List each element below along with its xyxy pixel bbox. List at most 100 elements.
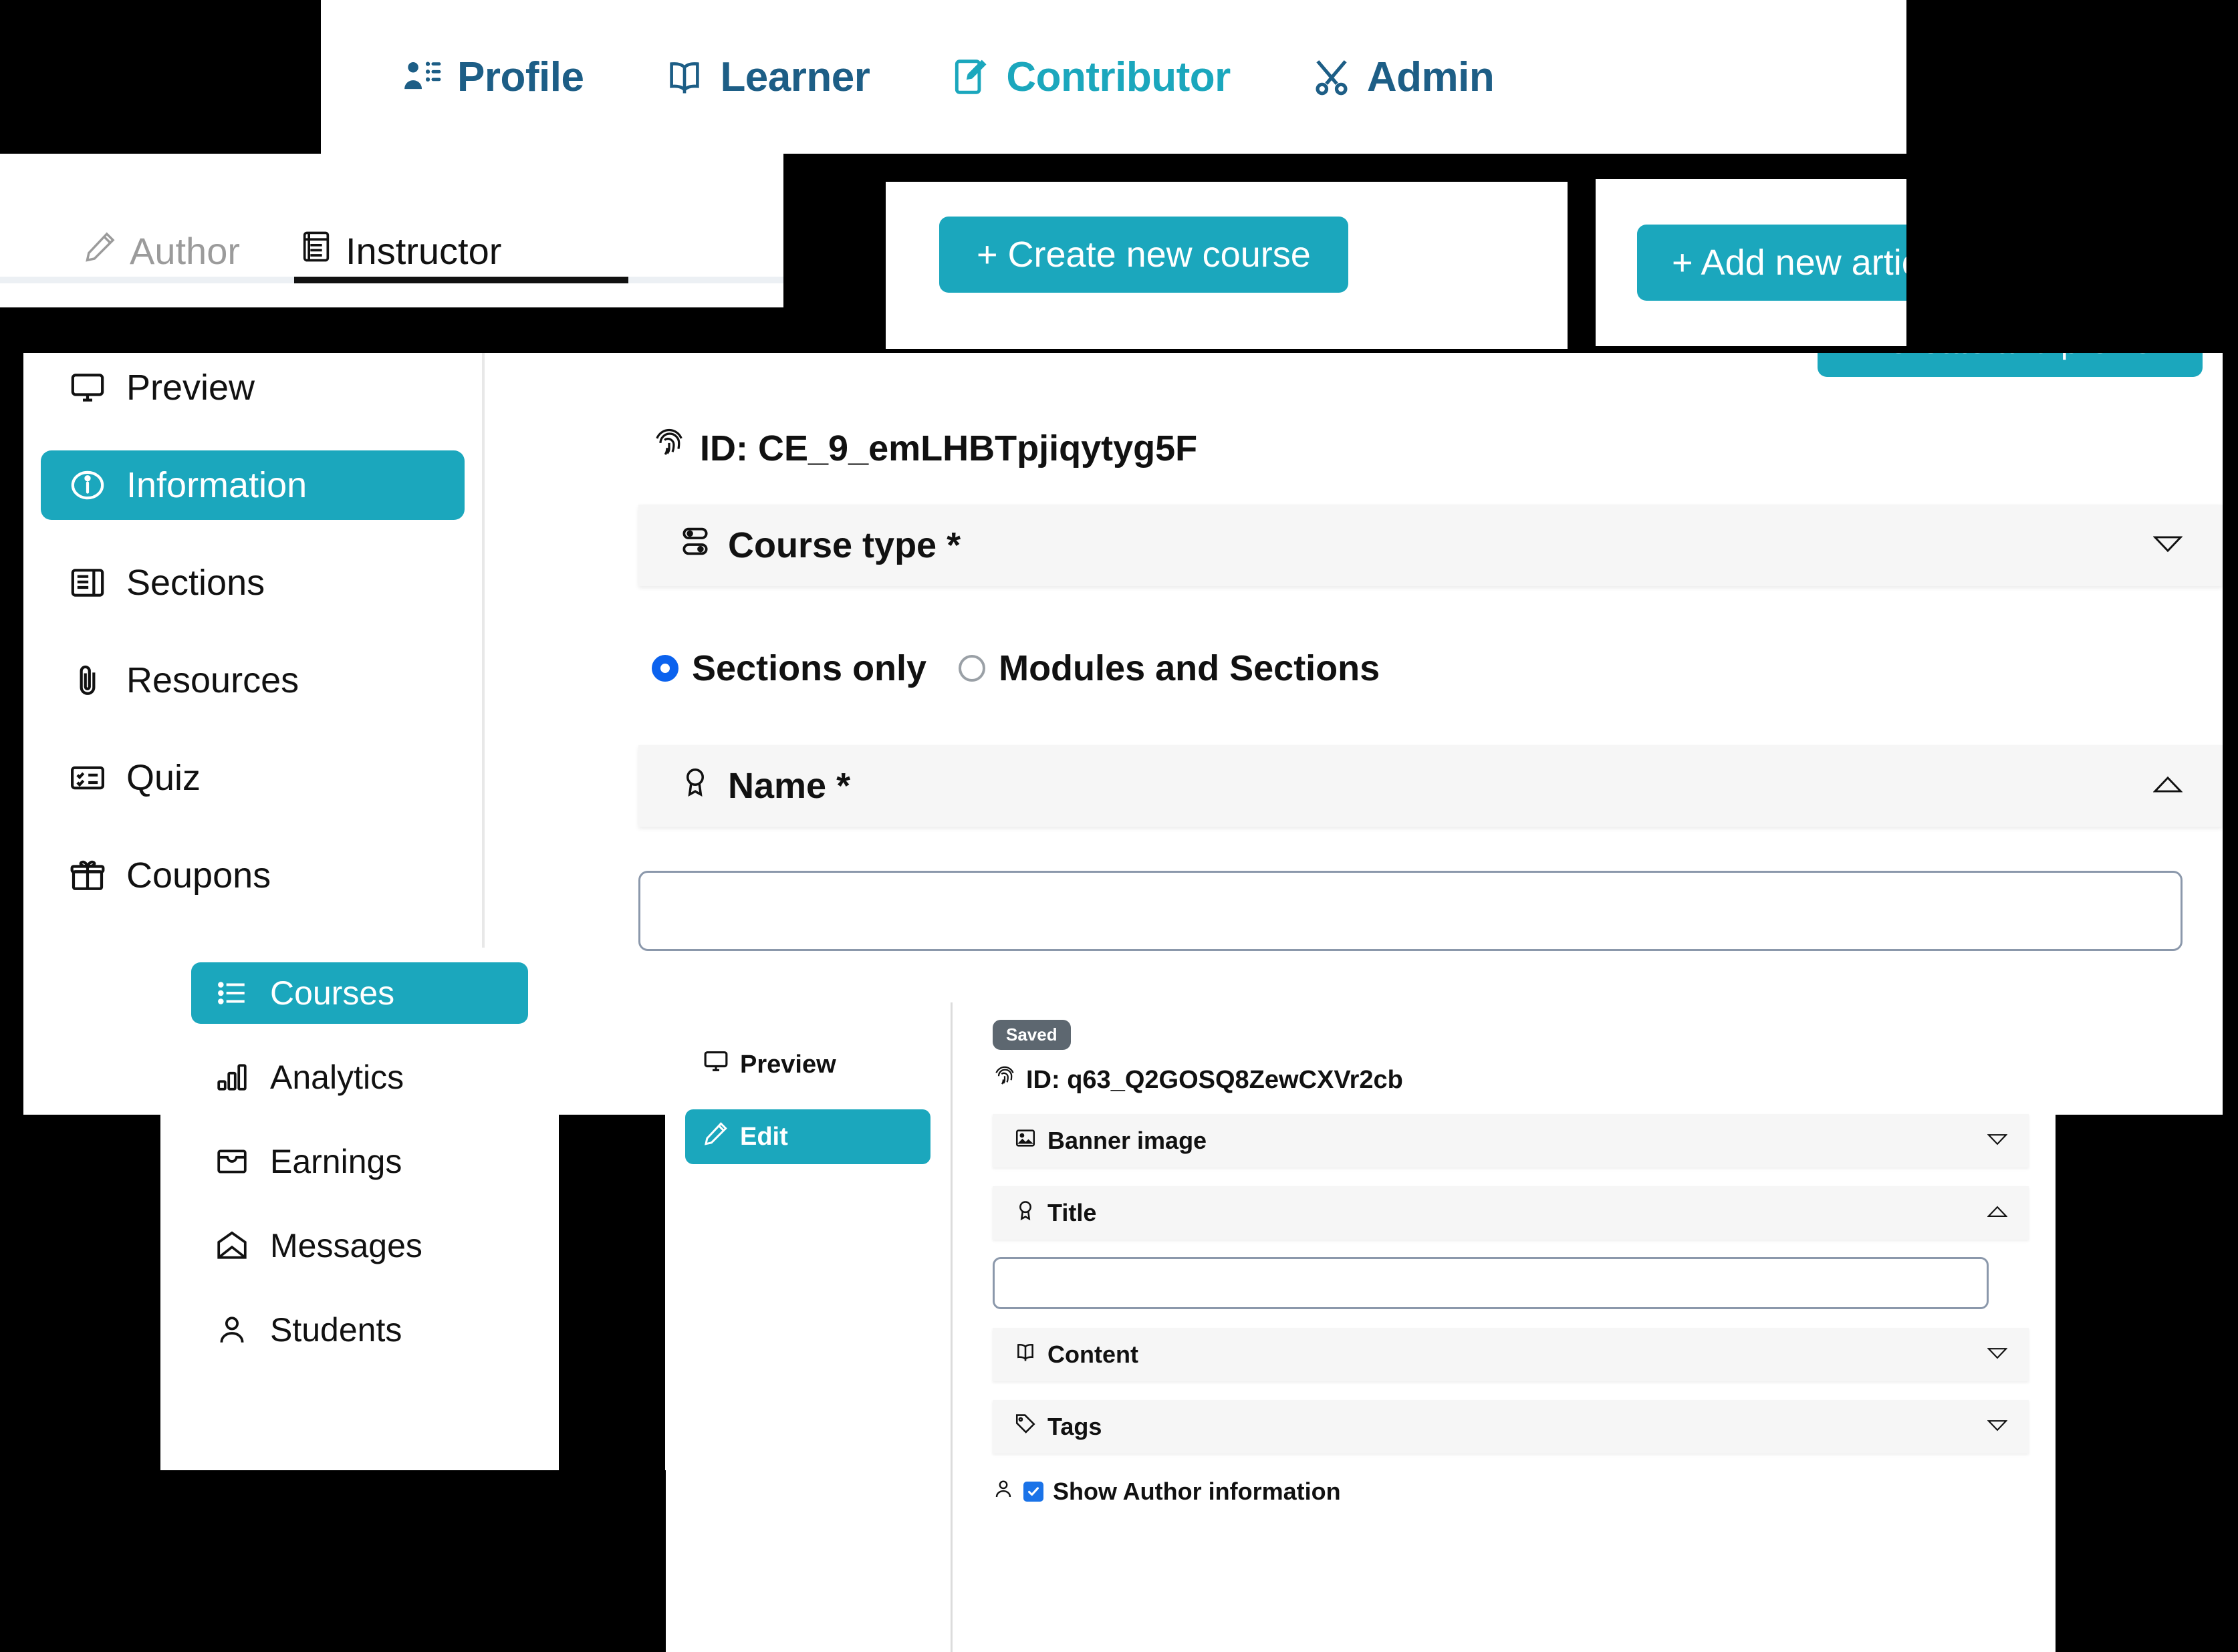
nav-label-earnings: Earnings (270, 1143, 402, 1180)
profile-list-icon (401, 56, 443, 98)
article-editor-panel: Preview Edit Saved ID: q63_Q2GOSQ8ZewCXV… (665, 1002, 2056, 1652)
sidebar-item-preview[interactable]: Preview (41, 353, 465, 422)
subnav-active-underline (294, 277, 628, 283)
sidebar-label-preview: Preview (126, 368, 255, 408)
sidebar-item-information[interactable]: Information (41, 450, 465, 520)
create-new-course-button[interactable]: + Create new course (939, 217, 1348, 293)
accordion-tags[interactable]: Tags (993, 1400, 2029, 1454)
accordion-label-content: Content (1047, 1341, 1138, 1368)
radio-dot-unselected[interactable] (959, 655, 986, 682)
article-tab-preview[interactable]: Preview (685, 1037, 930, 1092)
article-title-input[interactable] (993, 1257, 1989, 1309)
monitor-icon (69, 369, 109, 406)
mask-region-h (2056, 1115, 2238, 1652)
tools-icon (1311, 56, 1352, 98)
create-and-preview-button[interactable]: Create and preview (1818, 353, 2203, 377)
radio-dot-selected[interactable] (652, 655, 678, 682)
subnav-item-author[interactable]: Author (53, 154, 269, 307)
sidebar-label-coupons: Coupons (126, 855, 271, 896)
gift-icon (69, 857, 109, 894)
accordion-label-title: Title (1047, 1199, 1097, 1226)
badge-icon (1014, 1199, 1037, 1228)
topnav-label-admin: Admin (1366, 53, 1495, 100)
topnav-item-profile[interactable]: Profile (401, 53, 584, 101)
save-upload-icon (1844, 353, 1874, 361)
nav-item-analytics[interactable]: Analytics (191, 1047, 528, 1108)
show-author-information-checkbox[interactable] (1023, 1482, 1043, 1502)
accordion-content[interactable]: Content (993, 1328, 2029, 1381)
accordion-label-course-type: Course type * (728, 525, 961, 565)
chevron-up-icon[interactable] (2152, 775, 2183, 798)
topnav-label-learner: Learner (720, 53, 870, 100)
subnav-label-author: Author (130, 229, 240, 272)
article-tab-label-preview: Preview (740, 1050, 836, 1079)
nav-label-students: Students (270, 1311, 402, 1349)
chevron-up-icon[interactable] (1987, 1205, 2008, 1222)
nav-item-students[interactable]: Students (191, 1299, 528, 1361)
radio-modules-and-sections[interactable]: Modules and Sections (959, 648, 1380, 689)
pencil-icon (703, 1120, 729, 1153)
sidebar-label-information: Information (126, 465, 307, 505)
nav-item-messages[interactable]: Messages (191, 1215, 528, 1276)
radio-label-sections-only: Sections only (692, 648, 927, 688)
nav-label-courses: Courses (270, 974, 395, 1012)
subnav-item-instructor[interactable]: Instructor (269, 154, 531, 307)
nav-label-messages: Messages (270, 1227, 422, 1264)
course-editor-sidebar: Preview Information Sections Resources Q… (23, 353, 485, 948)
topnav-label-contributor: Contributor (1006, 53, 1231, 100)
sidebar-item-coupons[interactable]: Coupons (41, 841, 465, 910)
article-id-row: ID: q63_Q2GOSQ8ZewCXVr2cb (993, 1065, 2029, 1095)
nav-item-earnings[interactable]: Earnings (191, 1131, 528, 1192)
edit-document-icon (950, 56, 991, 98)
sections-icon (69, 564, 109, 601)
fingerprint-icon (993, 1065, 1017, 1095)
topnav-item-admin[interactable]: Admin (1311, 53, 1495, 101)
fingerprint-icon (652, 426, 687, 470)
topnav-item-contributor[interactable]: Contributor (950, 53, 1231, 101)
topnav-label-profile: Profile (457, 53, 584, 100)
book-icon (1014, 1341, 1037, 1369)
course-form-body: Create and preview ID: CE_9_emLHBTpjiqyt… (612, 353, 2223, 951)
pencil-icon (83, 229, 118, 273)
mask-region-b (1568, 179, 1596, 353)
monitor-icon (703, 1048, 729, 1081)
article-tab-label-edit: Edit (740, 1122, 788, 1151)
show-author-information-row[interactable]: Show Author information (993, 1478, 2029, 1506)
image-icon (1014, 1127, 1037, 1155)
wallet-icon (215, 1145, 253, 1178)
nav-item-courses[interactable]: Courses (191, 962, 528, 1024)
sidebar-label-sections: Sections (126, 563, 265, 603)
chevron-down-icon[interactable] (2152, 534, 2183, 557)
create-course-panel: + Create new course (886, 182, 1568, 349)
mask-region-g (160, 1470, 666, 1652)
article-form-body: Saved ID: q63_Q2GOSQ8ZewCXVr2cb Banner i… (953, 1002, 2056, 1506)
person-icon (993, 1478, 1014, 1506)
sidebar-item-quiz[interactable]: Quiz (41, 743, 465, 813)
sidebar-item-resources[interactable]: Resources (41, 646, 465, 715)
accordion-course-type[interactable]: Course type * (638, 505, 2223, 586)
instructor-nav-panel: Courses Analytics Earnings Messages Stud… (160, 962, 559, 1470)
nav-label-analytics: Analytics (270, 1059, 404, 1096)
mask-region-e (0, 1115, 160, 1652)
accordion-banner-image[interactable]: Banner image (993, 1114, 2029, 1167)
course-type-options: Sections only Modules and Sections (612, 586, 2223, 689)
toggle-icon (678, 525, 712, 567)
radio-sections-only[interactable]: Sections only (652, 648, 926, 689)
topnav-item-learner[interactable]: Learner (664, 53, 870, 101)
chevron-down-icon[interactable] (1987, 1419, 2008, 1435)
accordion-name[interactable]: Name * (638, 745, 2223, 827)
sidebar-item-sections[interactable]: Sections (41, 548, 465, 617)
chevron-down-icon[interactable] (1987, 1133, 2008, 1149)
article-tab-edit[interactable]: Edit (685, 1109, 930, 1164)
show-author-information-label: Show Author information (1053, 1478, 1341, 1505)
course-name-input[interactable] (638, 871, 2183, 951)
top-navigation-bar: Profile Learner Contributor Admin (321, 0, 1906, 154)
open-book-icon (664, 56, 705, 98)
accordion-title[interactable]: Title (993, 1186, 2029, 1240)
article-id-label: ID: q63_Q2GOSQ8ZewCXVr2cb (1026, 1065, 1403, 1094)
tag-icon (1014, 1413, 1037, 1441)
paperclip-icon (69, 662, 109, 699)
chevron-down-icon[interactable] (1987, 1347, 2008, 1363)
mask-region-j (2223, 353, 2238, 1115)
course-id-label: ID: CE_9_emLHBTpjiqytyg5F (700, 428, 1198, 468)
